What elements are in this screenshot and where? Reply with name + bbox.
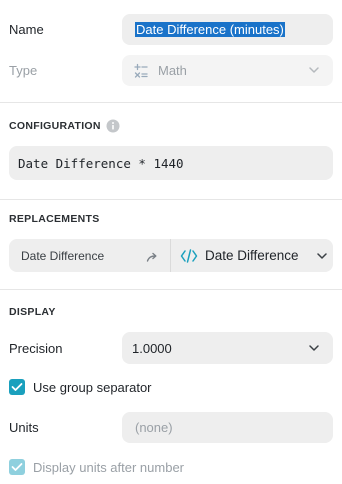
precision-select[interactable]: 1.0000 (122, 332, 333, 364)
replacement-target: Date Difference (205, 248, 299, 263)
group-separator-label: Use group separator (33, 380, 152, 395)
precision-value: 1.0000 (132, 341, 172, 356)
display-title: DISPLAY (9, 306, 56, 318)
name-label: Name (9, 22, 44, 37)
formula-input[interactable]: Date Difference * 1440 (9, 146, 333, 180)
replacement-row: Date Difference Date Difference (9, 239, 333, 272)
check-icon (11, 383, 23, 391)
divider (0, 289, 342, 290)
group-separator-checkbox[interactable] (9, 379, 25, 395)
arrow-icon (146, 250, 158, 268)
type-select[interactable]: Math (122, 55, 333, 86)
type-label: Type (9, 63, 38, 78)
replacement-target-select[interactable]: Date Difference (171, 239, 333, 272)
units-placeholder: (none) (135, 420, 173, 435)
divider (0, 199, 342, 200)
type-select-value: Math (158, 63, 187, 78)
units-input[interactable]: (none) (122, 412, 333, 443)
math-operators-icon (133, 63, 149, 84)
units-after-number-label: Display units after number (33, 460, 185, 475)
units-label: Units (9, 420, 39, 435)
name-input[interactable]: Date Difference (minutes) (122, 14, 333, 45)
info-icon[interactable] (106, 119, 120, 138)
replacements-title: REPLACEMENTS (9, 213, 100, 225)
formula-value: Date Difference * 1440 (18, 156, 184, 171)
chevron-down-icon (308, 343, 320, 353)
divider (0, 102, 342, 103)
precision-label: Precision (9, 341, 63, 356)
configuration-title: CONFIGURATION (9, 120, 101, 132)
units-after-number-checkbox[interactable] (9, 459, 25, 475)
chevron-down-icon (316, 251, 328, 261)
check-icon (11, 463, 23, 471)
chevron-down-icon (308, 65, 320, 75)
replacement-source: Date Difference (21, 249, 105, 263)
code-icon (180, 248, 198, 269)
name-input-value: Date Difference (minutes) (135, 22, 285, 37)
